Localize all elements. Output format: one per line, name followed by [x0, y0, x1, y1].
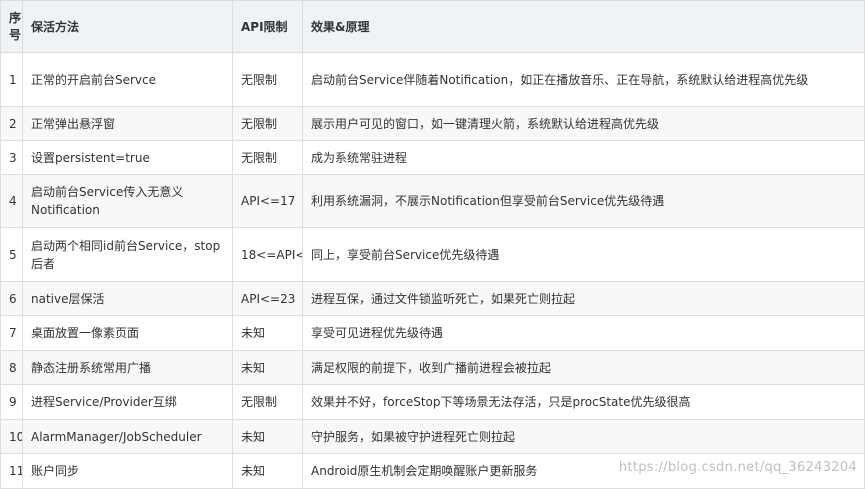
row-api-limit: 无限制	[232, 52, 303, 107]
row-api-limit: 未知	[232, 315, 303, 351]
row-effect: 效果并不好，forceStop下等场景无法存活，只是procState优先级很高	[302, 384, 865, 420]
row-effect: 进程互保，通过文件锁监听死亡，如果死亡则拉起	[302, 281, 865, 316]
row-effect: 满足权限的前提下，收到广播前进程会被拉起	[302, 350, 865, 385]
header-no: 序号	[0, 0, 23, 53]
row-effect: 享受可见进程优先级待遇	[302, 315, 865, 351]
table-row: 8 静态注册系统常用广播 未知 满足权限的前提下，收到广播前进程会被拉起	[0, 350, 865, 385]
row-number: 8	[0, 350, 23, 385]
keepalive-methods-table: 序号 保活方法 API限制 效果&原理 1 正常的开启前台Servce 无限制 …	[0, 0, 865, 489]
row-number: 2	[0, 106, 23, 141]
row-number: 10	[0, 419, 23, 454]
row-method: 桌面放置一像素页面	[22, 315, 233, 351]
row-method: native层保活	[22, 281, 233, 316]
row-number: 6	[0, 281, 23, 316]
row-number: 5	[0, 227, 23, 282]
table-row: 9 进程Service/Provider互绑 无限制 效果并不好，forceSt…	[0, 384, 865, 420]
table-row: 4 启动前台Service传入无意义Notification API<=17 利…	[0, 174, 865, 228]
row-method: 启动两个相同id前台Service，stop后者	[22, 227, 233, 282]
header-effect: 效果&原理	[302, 0, 865, 53]
row-effect: Android原生机制会定期唤醒账户更新服务	[302, 453, 865, 489]
row-api-limit: 无限制	[232, 384, 303, 420]
table-header-row: 序号 保活方法 API限制 效果&原理	[0, 0, 865, 53]
row-number: 1	[0, 52, 23, 107]
row-api-limit: 无限制	[232, 140, 303, 175]
row-api-limit: 无限制	[232, 106, 303, 141]
row-api-limit: 未知	[232, 453, 303, 489]
table-row: 1 正常的开启前台Servce 无限制 启动前台Service伴随着Notifi…	[0, 52, 865, 107]
row-api-limit: 未知	[232, 419, 303, 454]
row-api-limit: 未知	[232, 350, 303, 385]
table-row: 6 native层保活 API<=23 进程互保，通过文件锁监听死亡，如果死亡则…	[0, 281, 865, 316]
row-number: 11	[0, 453, 23, 489]
row-api-limit: API<=17	[232, 174, 303, 228]
row-number: 4	[0, 174, 23, 228]
row-api-limit: API<=23	[232, 281, 303, 316]
table-row: 5 启动两个相同id前台Service，stop后者 18<=API<=24 同…	[0, 227, 865, 282]
row-method: 进程Service/Provider互绑	[22, 384, 233, 420]
row-method: 账户同步	[22, 453, 233, 489]
header-api: API限制	[232, 0, 303, 53]
table-row: 10 AlarmManager/JobScheduler 未知 守护服务，如果被…	[0, 419, 865, 454]
row-effect: 成为系统常驻进程	[302, 140, 865, 175]
table-row: 3 设置persistent=true 无限制 成为系统常驻进程	[0, 140, 865, 175]
table-row: 7 桌面放置一像素页面 未知 享受可见进程优先级待遇	[0, 315, 865, 351]
row-method: 设置persistent=true	[22, 140, 233, 175]
table-row: 11 账户同步 未知 Android原生机制会定期唤醒账户更新服务	[0, 453, 865, 489]
row-method: 静态注册系统常用广播	[22, 350, 233, 385]
header-method: 保活方法	[22, 0, 233, 53]
table-row: 2 正常弹出悬浮窗 无限制 展示用户可见的窗口，如一键清理火箭，系统默认给进程高…	[0, 106, 865, 141]
row-effect: 利用系统漏洞，不展示Notification但享受前台Service优先级待遇	[302, 174, 865, 228]
row-effect: 同上，享受前台Service优先级待遇	[302, 227, 865, 282]
row-method: 正常弹出悬浮窗	[22, 106, 233, 141]
row-number: 7	[0, 315, 23, 351]
row-number: 3	[0, 140, 23, 175]
row-effect: 启动前台Service伴随着Notification，如正在播放音乐、正在导航，…	[302, 52, 865, 107]
row-method: 正常的开启前台Servce	[22, 52, 233, 107]
row-effect: 展示用户可见的窗口，如一键清理火箭，系统默认给进程高优先级	[302, 106, 865, 141]
row-number: 9	[0, 384, 23, 420]
row-api-limit: 18<=API<=24	[232, 227, 303, 282]
row-method: 启动前台Service传入无意义Notification	[22, 174, 233, 228]
row-effect: 守护服务，如果被守护进程死亡则拉起	[302, 419, 865, 454]
row-method: AlarmManager/JobScheduler	[22, 419, 233, 454]
